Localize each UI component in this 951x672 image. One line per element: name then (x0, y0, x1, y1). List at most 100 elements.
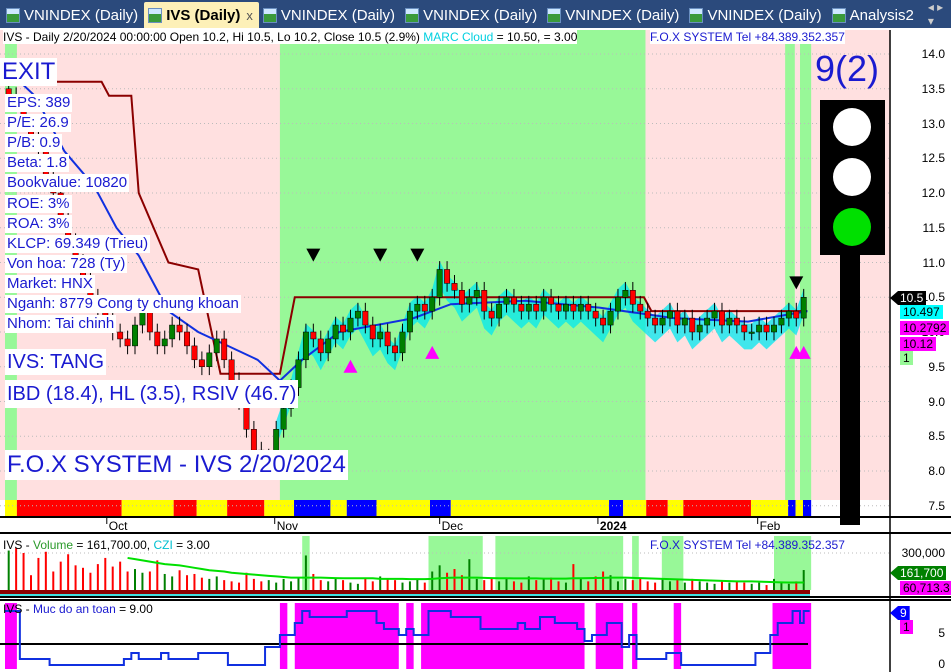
fundamental-item: Nganh: 8779 Cong ty chung khoan (5, 295, 241, 313)
candle (213, 338, 220, 354)
volume-symbol: IVS - (3, 538, 34, 552)
signal-strip-segment (429, 500, 451, 517)
candle (771, 324, 777, 333)
candle (421, 303, 428, 312)
watermark-label: F.O.X SYSTEM - IVS 2/20/2024 (5, 450, 348, 480)
candle (719, 310, 725, 326)
tab-ivs-daily-[interactable]: IVS (Daily) x (144, 2, 259, 28)
candle (518, 303, 525, 312)
candle (362, 310, 369, 326)
signal-strip-segment (121, 500, 174, 517)
traffic-light-pole (840, 250, 860, 525)
y-tick-label: 7.5 (928, 498, 945, 513)
y-tick-label: 8.0 (928, 464, 945, 478)
signal-strip-segment (346, 500, 377, 517)
candle (206, 352, 213, 368)
tab-vnindex-daily-[interactable]: VNINDEX (Daily) (2, 2, 144, 28)
candle (681, 317, 688, 326)
candle (340, 324, 347, 333)
candle (429, 297, 436, 312)
candle (458, 290, 465, 305)
tab-vnindex-daily-[interactable]: VNINDEX (Daily) (685, 2, 827, 28)
y-tick-label: 9.0 (928, 394, 945, 409)
candle (711, 310, 718, 319)
tab-analysis2[interactable]: Analysis2 (828, 2, 920, 28)
candle (741, 324, 748, 333)
tab-vnindex-daily-[interactable]: VNINDEX (Daily) (401, 2, 543, 28)
signal-strip-segment (294, 500, 331, 517)
candle (800, 297, 807, 319)
fundamental-item: Market: HNX (5, 274, 95, 293)
chart-icon (405, 7, 420, 23)
tab-scroll-buttons[interactable]: ◂ ▸ ▾ (928, 0, 951, 28)
signal-strip-segment (788, 500, 796, 517)
tab-label: VNINDEX (Daily) (565, 6, 680, 24)
marc-label: MARC Cloud (423, 30, 494, 44)
candle (310, 331, 317, 340)
y-tick-label: 11.5 (922, 220, 945, 235)
tab-label: VNINDEX (Daily) (423, 6, 538, 24)
candle (169, 324, 176, 340)
candle (347, 317, 354, 333)
candle (659, 317, 666, 326)
tab-vnindex-daily-[interactable]: VNINDEX (Daily) (259, 2, 401, 28)
light-red-off (833, 108, 871, 146)
signal-strip-segment (683, 500, 751, 517)
signal-strip-segment (795, 500, 803, 517)
candle (503, 297, 510, 305)
candle (778, 317, 785, 326)
fundamental-item: ROE: 3% (5, 194, 72, 213)
tab-vnindex-daily-[interactable]: VNINDEX (Daily) (543, 2, 685, 28)
y-tick-label: 13.0 (921, 116, 945, 131)
signal-strip-segment (376, 500, 430, 517)
fundamental-item: EPS: 389 (5, 94, 73, 112)
safety-label: Muc do an toan (33, 602, 116, 616)
candle (124, 338, 131, 347)
chart-area[interactable]: Oct Nov Dec 2024 Feb (0, 28, 951, 672)
safety-y-tick: 5 (938, 626, 945, 640)
candle (785, 310, 792, 319)
candle (600, 317, 607, 326)
candle (726, 317, 733, 326)
candle (250, 429, 257, 451)
candle (161, 338, 168, 347)
signal-strip-segment (623, 500, 647, 517)
price-tag: 10.2792 (900, 321, 950, 335)
chart-icon (6, 7, 20, 23)
month-label: Dec (442, 519, 463, 533)
indicators-label: IBD (18.4), HL (3.5), RSIV (46.7) (5, 380, 299, 408)
candle (555, 303, 562, 312)
candle (354, 310, 361, 319)
signal-strip-segment (330, 500, 347, 517)
fundamental-item: P/E: 26.9 (5, 114, 71, 133)
signal-strip-segment (450, 500, 610, 517)
candle (198, 359, 205, 367)
candle (488, 310, 495, 319)
chart-icon (148, 7, 163, 23)
candle (704, 317, 711, 326)
y-tick-label: 11.0 (922, 255, 945, 270)
candle (733, 317, 740, 326)
bullish-zone (279, 30, 646, 500)
candle (302, 331, 309, 361)
fundamental-item: Nhom: Tai chinh (5, 315, 117, 334)
signal-strip-segment (667, 500, 684, 517)
candle (644, 310, 651, 319)
czi-value: = 3.00 (172, 538, 210, 552)
candle (615, 297, 621, 312)
candle (510, 297, 517, 305)
volume-header: IVS - Volume = 161,700.00, CZI = 3.00 (3, 538, 210, 552)
month-label: Feb (760, 519, 781, 533)
fundamental-item: KLCP: 69.349 (Trieu) (5, 234, 151, 253)
signal-strip-segment (5, 500, 17, 517)
y-tick-label: 14.0 (921, 47, 945, 61)
chart-icon (262, 7, 277, 23)
candle (332, 324, 339, 340)
chart-icon (547, 7, 562, 23)
close-tab-icon[interactable]: x (246, 8, 253, 23)
candle (763, 324, 770, 333)
signal-strip-segment (609, 500, 624, 517)
safety-symbol: IVS - (3, 602, 34, 616)
fox-tel: F.O.X SYSTEM Tel +84.389.352.357 (650, 30, 845, 44)
signal-strip-segment (227, 500, 265, 517)
